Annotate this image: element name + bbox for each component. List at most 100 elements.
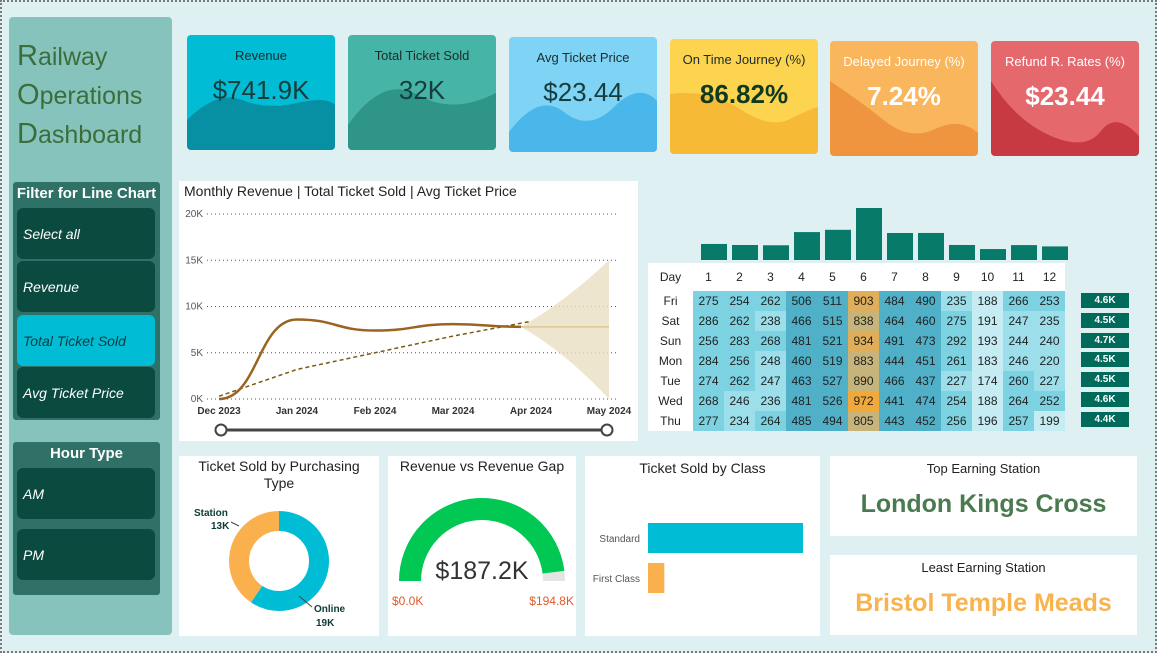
- heatmap-row: Wed 268 246 236 481 526 972 441 474 254 188 264 252: [648, 391, 1065, 411]
- revenue-gauge: $187.2K $0.0K $194.8K: [392, 498, 574, 608]
- heatmap-cell: 196: [972, 411, 1003, 431]
- heatmap-column-header: 8: [910, 263, 941, 291]
- heatmap-cell: 444: [879, 351, 910, 371]
- heatmap-cell: 838: [848, 311, 879, 331]
- y-tick-label: 20K: [185, 209, 203, 220]
- filter-avg-ticket-price-button[interactable]: Avg Ticket Price: [17, 367, 155, 418]
- hour-type-panel: Hour Type AM PM: [13, 442, 160, 595]
- heatmap-cell: 506: [786, 291, 817, 311]
- kpi-value: $741.9K: [212, 75, 310, 105]
- column-bar: [732, 244, 758, 260]
- heatmap-day-label: Sat: [648, 311, 693, 331]
- title-rest: ailway: [37, 43, 108, 71]
- filter-total-ticket-sold-button[interactable]: Total Ticket Sold: [17, 315, 155, 366]
- heatmap-day-label: Mon: [648, 351, 693, 371]
- heatmap-column-header: 5: [817, 263, 848, 291]
- heatmap-cell: 240: [1034, 331, 1065, 351]
- heatmap-cell: 481: [786, 391, 817, 411]
- heatmap-row: Sat 286 262 238 466 515 838 464 460 275 191 247 235: [648, 311, 1065, 331]
- title-cap: D: [17, 118, 38, 150]
- heatmap-cell: 474: [910, 391, 941, 411]
- heatmap-cell: 460: [786, 351, 817, 371]
- heatmap-cell: 247: [755, 371, 786, 391]
- sidebar: Railway Operations Dashboard Filter for …: [9, 17, 172, 635]
- x-tick-label: Jan 2024: [276, 406, 319, 417]
- filter-select-all-button[interactable]: Select all: [17, 208, 155, 259]
- y-tick-label: 0K: [191, 394, 204, 405]
- column-bar: [918, 232, 944, 260]
- heatmap-cell: 481: [786, 331, 817, 351]
- heatmap-cell: 515: [817, 311, 848, 331]
- heatmap-column-header: 12: [1034, 263, 1065, 291]
- heatmap-cell: 174: [972, 371, 1003, 391]
- column-bar: [856, 208, 882, 260]
- column-bar: [1011, 245, 1037, 260]
- forecast-band: [521, 260, 609, 399]
- kpi-label: Avg Ticket Price: [536, 50, 630, 65]
- heatmap-cell: 227: [1034, 371, 1065, 391]
- heatmap-header-day: Day: [648, 263, 693, 291]
- kpi-card: Avg Ticket Price $23.44: [509, 37, 657, 152]
- heatmap-cell: 972: [848, 391, 879, 411]
- heatmap-cell: 277: [693, 411, 724, 431]
- title-cap: O: [17, 79, 40, 111]
- heatmap-row: Sun 256 283 268 481 521 934 491 473 292 193 244 240: [648, 331, 1065, 351]
- class-bar-chart: Standard First Class: [593, 523, 803, 593]
- heatmap-cell: 236: [755, 391, 786, 411]
- x-tick-label: Dec 2023: [197, 406, 241, 417]
- slice-leader-line: [230, 521, 240, 527]
- row-total-badge: 4.6K: [1081, 391, 1129, 407]
- top-station-card: Top Earning Station London Kings Cross: [830, 456, 1137, 536]
- column-bar: [763, 245, 789, 260]
- y-tick-label: 15K: [185, 255, 203, 266]
- slice-label: Online: [314, 604, 346, 615]
- heatmap-cell: 188: [972, 391, 1003, 411]
- hour-pm-button[interactable]: PM: [17, 529, 155, 580]
- title-rest: ashboard: [37, 121, 143, 149]
- class-category-label: Standard: [599, 534, 640, 545]
- hour-am-button[interactable]: AM: [17, 468, 155, 519]
- column-bar: [825, 229, 851, 260]
- range-slider-start-handle[interactable]: [214, 423, 228, 437]
- heatmap-cell: 511: [817, 291, 848, 311]
- top-station-title: Top Earning Station: [926, 461, 1041, 476]
- slice-value: 13K: [211, 521, 230, 532]
- heatmap-cell: 262: [724, 371, 755, 391]
- purchase-type-card: Ticket Sold by Purchasing Type Online 19K…: [179, 456, 379, 636]
- kpi-value: $23.44: [1025, 81, 1105, 111]
- y-tick-label: 5K: [191, 348, 204, 359]
- range-slider-end-handle[interactable]: [600, 423, 614, 437]
- heatmap-cell: 246: [724, 391, 755, 411]
- heatmap-cell: 464: [879, 311, 910, 331]
- kpi-card: Revenue $741.9K: [187, 35, 335, 150]
- filter-revenue-button[interactable]: Revenue: [17, 261, 155, 312]
- hourly-column-chart: [701, 208, 1068, 260]
- line-chart-card: Monthly Revenue | Total Ticket Sold | Av…: [179, 181, 638, 441]
- heatmap-cell: 519: [817, 351, 848, 371]
- heatmap-cell: 890: [848, 371, 879, 391]
- column-bar: [980, 249, 1006, 260]
- slice-value: 19K: [316, 618, 335, 629]
- column-bar: [794, 232, 820, 260]
- heatmap-cell: 220: [1034, 351, 1065, 371]
- heatmap-cell: 466: [879, 371, 910, 391]
- gauge-min-label: $0.0K: [392, 594, 423, 608]
- heatmap-cell: 903: [848, 291, 879, 311]
- row-total-badge: 4.5K: [1081, 352, 1129, 368]
- gauge-value: $187.2K: [435, 557, 528, 585]
- heatmap-cell: 261: [941, 351, 972, 371]
- heatmap-cell: 248: [755, 351, 786, 371]
- heatmap-cell: 260: [1003, 371, 1034, 391]
- heatmap-cell: 252: [1034, 391, 1065, 411]
- heatmap-cell: 183: [972, 351, 1003, 371]
- kpi-value: 86.82%: [699, 79, 789, 109]
- heatmap-cell: 256: [941, 411, 972, 431]
- kpi-label: Total Ticket Sold: [374, 48, 470, 63]
- heatmap-cell: 473: [910, 331, 941, 351]
- heatmap-cell: 262: [724, 311, 755, 331]
- row-total-badge: 4.5K: [1081, 372, 1129, 387]
- purchase-type-donut: Online 19K Station 13K: [194, 508, 346, 629]
- gauge-max-label: $194.8K: [529, 594, 574, 608]
- heatmap-cell: 234: [724, 411, 755, 431]
- heatmap-cell: 491: [879, 331, 910, 351]
